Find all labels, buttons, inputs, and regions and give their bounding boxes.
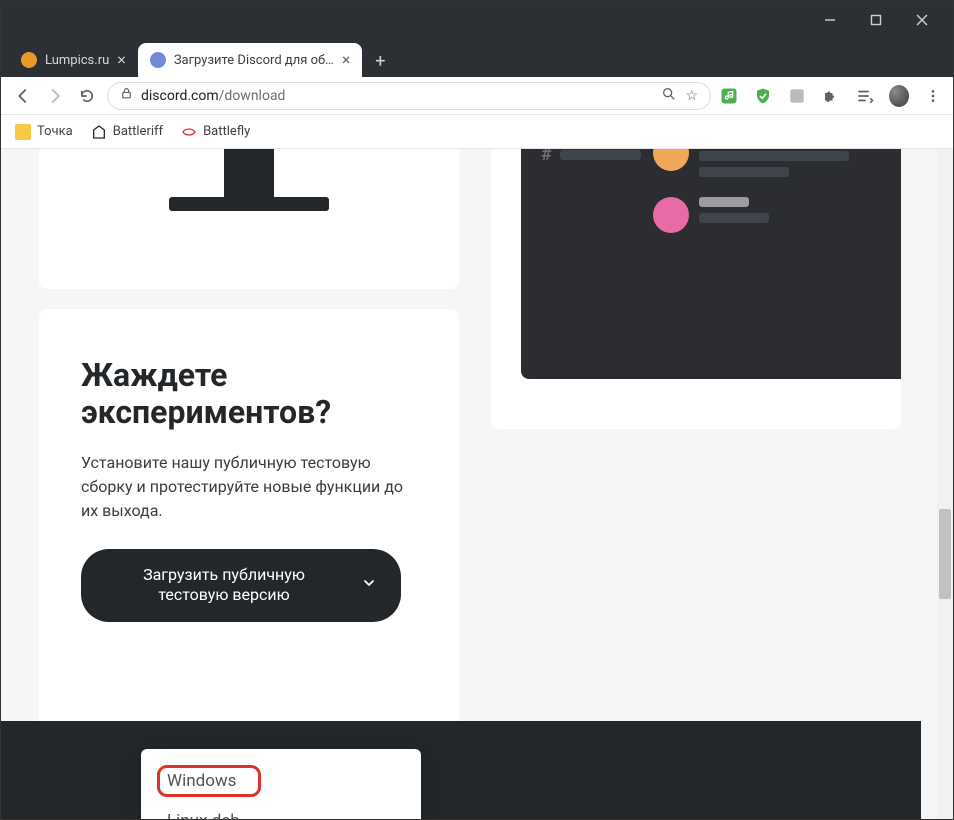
- tab-title: Lumpics.ru: [45, 53, 109, 68]
- laptop-illustration: # # # # 📎: [521, 149, 901, 379]
- chevron-down-icon: [361, 575, 377, 595]
- address-bar[interactable]: discord.com/download ☆: [107, 82, 711, 110]
- profile-avatar[interactable]: [889, 86, 909, 106]
- avatar-icon: [653, 149, 689, 171]
- vertical-scrollbar[interactable]: [937, 149, 953, 820]
- scrollbar-thumb[interactable]: [939, 509, 951, 599]
- tab-lumpics[interactable]: Lumpics.ru ×: [9, 43, 138, 77]
- new-tab-button[interactable]: +: [366, 47, 394, 75]
- dropdown-label: Linux deb: [167, 811, 240, 820]
- window-maximize-button[interactable]: [853, 1, 899, 39]
- bookmark-icon: [15, 124, 31, 140]
- ptb-description: Установите нашу публичную тестовую сборк…: [81, 451, 417, 523]
- bookmark-label: Battleriff: [113, 124, 163, 139]
- window-minimize-button[interactable]: [807, 1, 853, 39]
- bookmark-battlefly[interactable]: Battlefly: [181, 124, 250, 140]
- page-content: # # # # 📎: [1, 149, 953, 820]
- extension-generic-icon[interactable]: [787, 86, 807, 106]
- monitor-illustration: [99, 149, 399, 219]
- download-ptb-button[interactable]: Загрузить публичнуютестовую версию: [81, 549, 401, 623]
- tab-title: Загрузите Discord для общения: [174, 53, 334, 68]
- channel-list-illustration: # # # #: [541, 149, 641, 359]
- card-laptop-illustration: # # # # 📎: [491, 149, 901, 429]
- nav-forward-button[interactable]: [43, 84, 67, 108]
- favicon-icon: [21, 52, 37, 68]
- bookmark-label: Точка: [37, 124, 73, 139]
- extension-music-icon[interactable]: [719, 86, 739, 106]
- dropdown-item-linux-deb[interactable]: Linux deb: [141, 801, 421, 820]
- bookmarks-bar: Точка Battleriff Battlefly: [1, 115, 953, 149]
- tab-discord-download[interactable]: Загрузите Discord для общения ×: [138, 43, 363, 77]
- window-close-button[interactable]: [899, 1, 945, 39]
- tab-strip: Lumpics.ru × Загрузите Discord для общен…: [1, 39, 953, 77]
- reading-list-icon[interactable]: [855, 86, 875, 106]
- bookmark-label: Battlefly: [203, 124, 250, 139]
- nav-reload-button[interactable]: [75, 84, 99, 108]
- card-monitor-illustration: [39, 149, 459, 289]
- browser-window: Lumpics.ru × Загрузите Discord для общен…: [0, 0, 954, 820]
- ptb-button-label: Загрузить публичнуютестовую версию: [105, 565, 343, 607]
- close-tab-icon[interactable]: ×: [117, 52, 126, 68]
- browser-menu-icon[interactable]: [923, 86, 943, 106]
- footer: [1, 721, 921, 820]
- messages-illustration: 📎: [653, 149, 901, 359]
- ptb-platform-dropdown: Windows Linux deb Linux tar.gz Mac: [141, 749, 421, 820]
- address-row: discord.com/download ☆: [1, 77, 953, 115]
- close-tab-icon[interactable]: ×: [342, 52, 351, 68]
- extensions-puzzle-icon[interactable]: [821, 86, 841, 106]
- url-text: discord.com/download: [141, 88, 653, 104]
- dropdown-label: Windows: [167, 771, 236, 791]
- bookmark-tochka[interactable]: Точка: [15, 124, 73, 140]
- bookmark-icon: [181, 124, 197, 140]
- bookmark-battleriff[interactable]: Battleriff: [91, 124, 163, 140]
- scroll-area[interactable]: # # # # 📎: [1, 149, 953, 820]
- hash-icon: #: [541, 149, 552, 165]
- nav-back-button[interactable]: [11, 84, 35, 108]
- ptb-heading: Жаждете экспериментов?: [81, 357, 417, 431]
- page: # # # # 📎: [1, 149, 937, 820]
- bookmark-icon: [91, 124, 107, 140]
- avatar-icon: [653, 197, 689, 233]
- favicon-icon: [150, 52, 166, 68]
- extension-icons: [719, 86, 943, 106]
- lock-icon: [120, 87, 133, 104]
- search-icon[interactable]: [661, 86, 677, 106]
- window-titlebar: [1, 1, 953, 39]
- bookmark-star-icon[interactable]: ☆: [685, 88, 698, 104]
- dropdown-item-windows[interactable]: Windows: [141, 761, 421, 801]
- extension-shield-icon[interactable]: [753, 86, 773, 106]
